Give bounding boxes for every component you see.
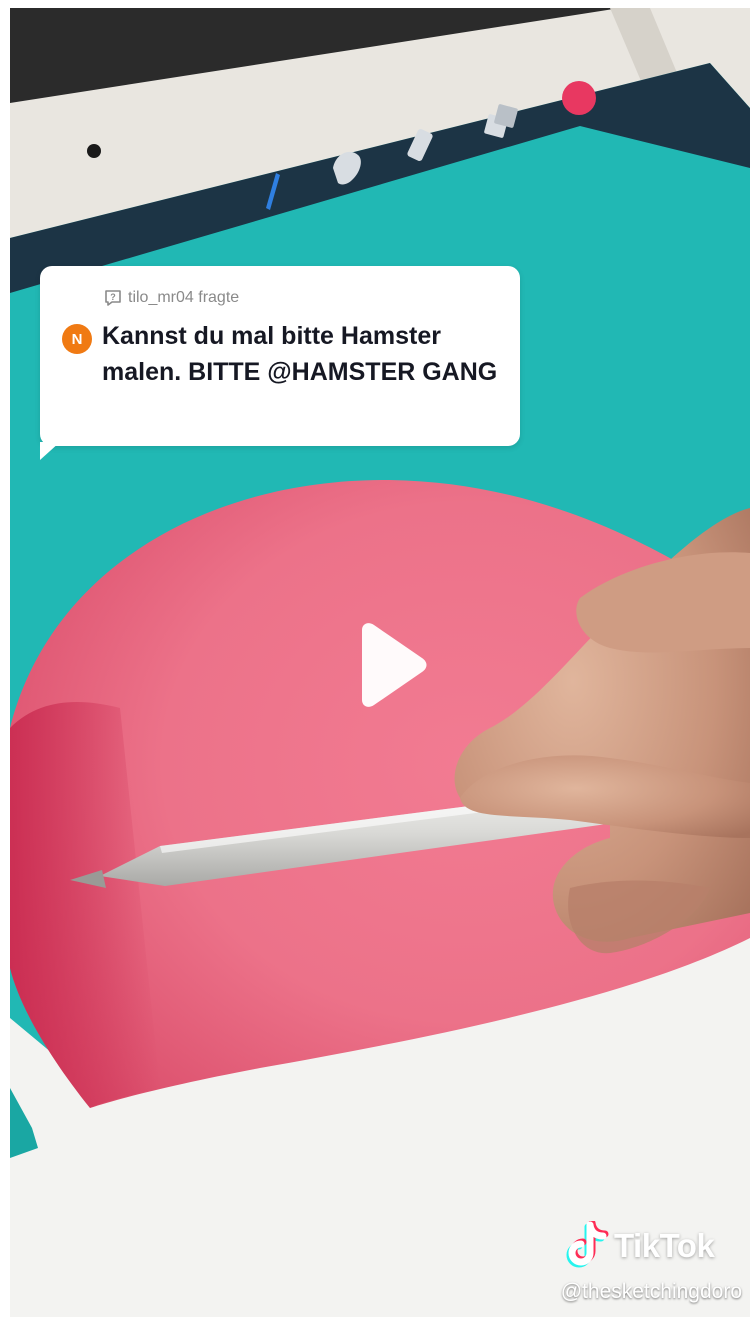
tiktok-logo: TikTok: [566, 1220, 715, 1272]
question-sticker: ? tilo_mr04 fragte N Kannst du mal bitte…: [40, 266, 520, 460]
sticker-tail: [40, 442, 60, 460]
tiktok-video-frame: ? tilo_mr04 fragte N Kannst du mal bitte…: [0, 0, 750, 1317]
asker-avatar: N: [62, 324, 92, 354]
question-bubble-icon: ?: [104, 289, 122, 307]
color-swatch-icon: [562, 81, 596, 115]
play-button[interactable]: [350, 620, 430, 710]
tiktok-note-icon: [566, 1221, 610, 1271]
question-text: Kannst du mal bitte Hamster malen. BITTE…: [102, 322, 498, 386]
question-asker: ? tilo_mr04 fragte: [104, 288, 239, 308]
asker-label: tilo_mr04 fragte: [128, 289, 240, 306]
tablet-camera: [87, 144, 101, 158]
creator-handle[interactable]: @thesketchingdoro: [561, 1280, 742, 1304]
play-icon: [362, 623, 427, 707]
tiktok-wordmark: TikTok: [614, 1227, 715, 1264]
video-player[interactable]: ? tilo_mr04 fragte N Kannst du mal bitte…: [10, 8, 750, 1317]
svg-text:?: ?: [110, 292, 116, 302]
